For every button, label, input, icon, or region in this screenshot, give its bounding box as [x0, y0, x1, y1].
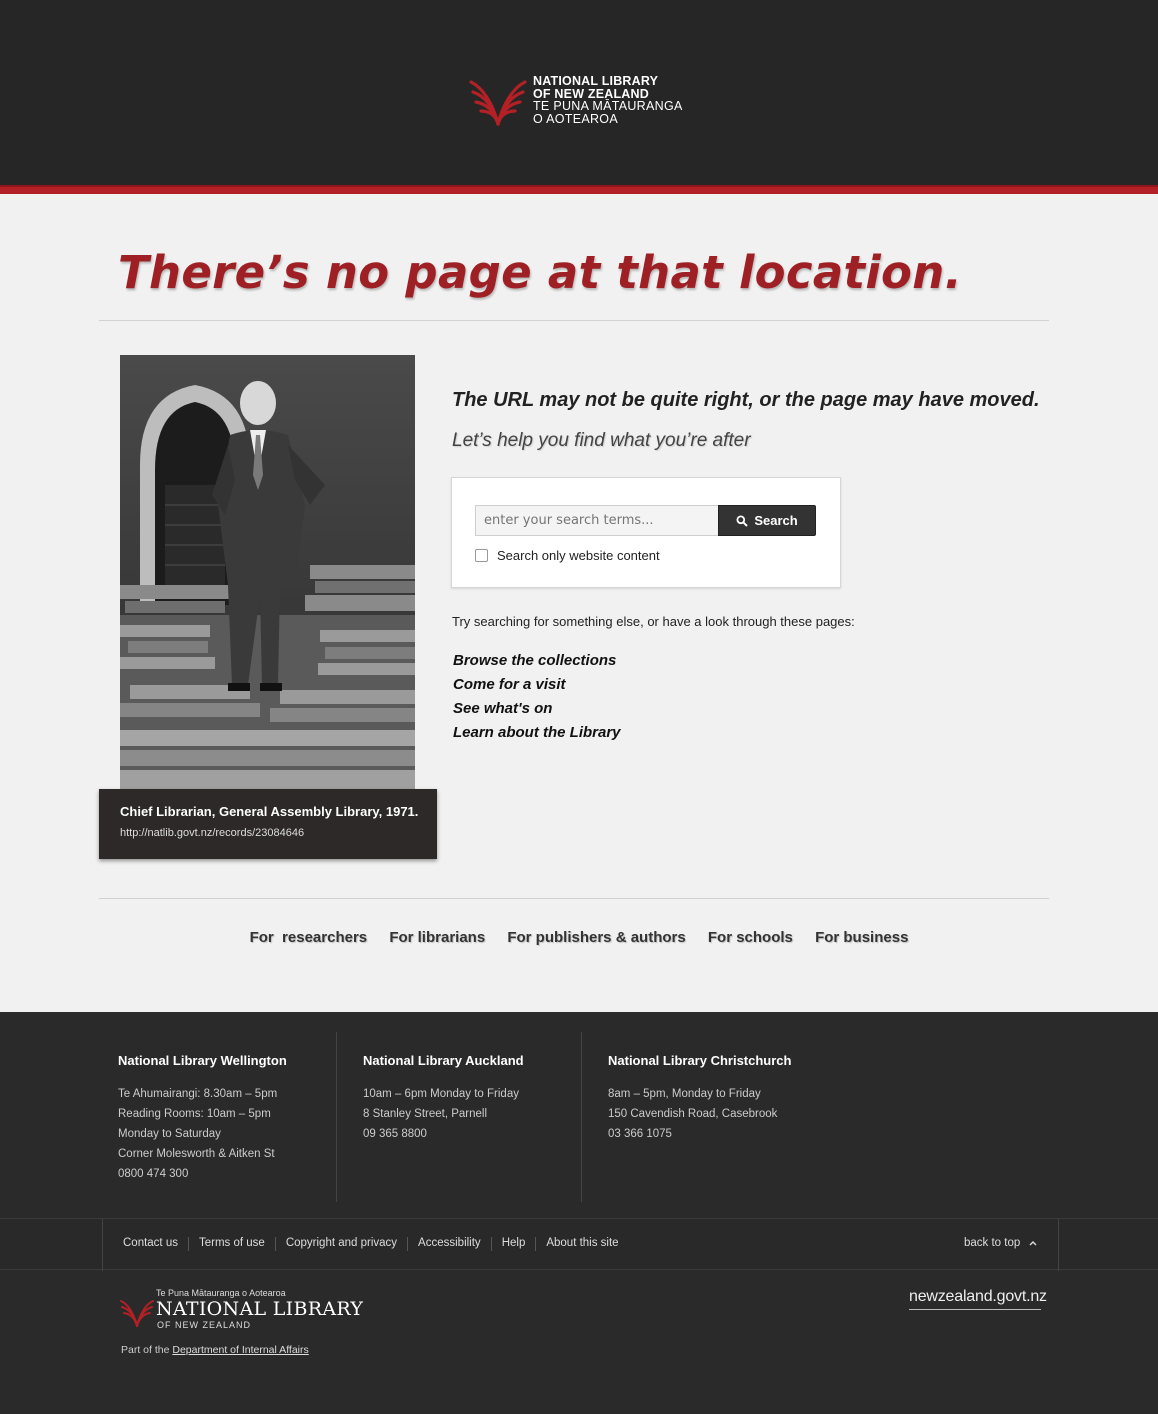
- search-button-label: Search: [754, 513, 798, 528]
- divider: [490, 1237, 492, 1251]
- location-line: 10am – 6pm Monday to Friday: [363, 1088, 519, 1100]
- footer-link-contact[interactable]: Contact us: [123, 1237, 178, 1251]
- website-only-checkbox[interactable]: [475, 549, 488, 562]
- audience-link-schools[interactable]: For schools: [708, 929, 793, 946]
- divider: [187, 1237, 189, 1251]
- divider: [535, 1237, 537, 1251]
- caption-url[interactable]: http://natlib.govt.nz/records/23084646: [120, 827, 304, 839]
- footer-link-about[interactable]: About this site: [546, 1237, 618, 1251]
- back-to-top-link[interactable]: back to top: [964, 1237, 1037, 1249]
- suggested-links: Browse the collections Come for a visit …: [453, 649, 621, 745]
- location-line: 09 365 8800: [363, 1128, 427, 1140]
- location-line: 150 Cavendish Road, Casebrook: [608, 1108, 778, 1120]
- help-text: Let’s help you find what you’re after: [452, 430, 751, 451]
- logo-line: TE PUNA MĀTAURANGA: [533, 99, 683, 113]
- footer-link-copyright[interactable]: Copyright and privacy: [286, 1237, 397, 1251]
- search-panel: Search Search only website content: [451, 477, 841, 588]
- logo-name: NATIONAL LIBRARY: [156, 1298, 364, 1320]
- location-line: 03 366 1075: [608, 1128, 672, 1140]
- location-name: National Library Auckland: [363, 1053, 524, 1068]
- audience-link-business[interactable]: For business: [815, 929, 908, 946]
- location-line: Te Ahumairangi: 8.30am – 5pm: [118, 1088, 278, 1100]
- main-content: There’s no page at that location. Chief …: [0, 194, 1158, 1012]
- govt-link-label: newzealand.govt.nz: [909, 1288, 1047, 1305]
- column-divider: [336, 1032, 337, 1202]
- archival-photo: [120, 355, 415, 789]
- librarian-photo-illustration: [120, 355, 415, 789]
- link-come-for-visit[interactable]: Come for a visit: [453, 673, 621, 697]
- link-about-library[interactable]: Learn about the Library: [453, 721, 621, 745]
- link-browse-collections[interactable]: Browse the collections: [453, 649, 621, 673]
- logo-text: NATIONAL LIBRARY OF NEW ZEALAND TE PUNA …: [533, 75, 683, 125]
- logo-tagline: Te Puna Mātauranga o Aotearoa: [156, 1288, 286, 1298]
- book-wings-icon: [469, 80, 527, 126]
- footer-link-accessibility[interactable]: Accessibility: [418, 1237, 481, 1251]
- link-whats-on[interactable]: See what's on: [453, 697, 621, 721]
- back-to-top-label: back to top: [964, 1237, 1021, 1249]
- dia-link[interactable]: Department of Internal Affairs: [172, 1344, 308, 1356]
- suggestion-text: Try searching for something else, or hav…: [452, 614, 855, 629]
- location-details: Te Ahumairangi: 8.30am – 5pm Reading Roo…: [118, 1084, 277, 1184]
- site-header: NATIONAL LIBRARY OF NEW ZEALAND TE PUNA …: [0, 0, 1158, 185]
- divider: [274, 1237, 276, 1251]
- divider: [102, 1219, 103, 1271]
- audience-link-publishers[interactable]: For publishers & authors: [507, 929, 685, 946]
- logo-subname: OF NEW ZEALAND: [157, 1320, 252, 1330]
- page-title: There’s no page at that location.: [118, 246, 963, 299]
- search-button[interactable]: Search: [718, 505, 816, 536]
- dia-prefix: Part of the: [121, 1344, 170, 1356]
- audience-nav: For researchers For librarians For publi…: [0, 929, 1158, 946]
- logo-line: NATIONAL LIBRARY: [533, 74, 659, 88]
- location-line: Reading Rooms: 10am – 5pm: [118, 1108, 271, 1120]
- audience-link-librarians[interactable]: For librarians: [389, 929, 485, 946]
- dia-notice: Part of the Department of Internal Affai…: [121, 1344, 309, 1356]
- location-details: 10am – 6pm Monday to Friday 8 Stanley St…: [363, 1084, 519, 1144]
- search-icon: [736, 515, 749, 527]
- location-details: 8am – 5pm, Monday to Friday 150 Cavendis…: [608, 1084, 777, 1144]
- logo-line: O AOTEAROA: [533, 111, 618, 126]
- divider: [99, 898, 1049, 899]
- divider: [407, 1237, 409, 1251]
- column-divider: [581, 1032, 582, 1202]
- footer-logo[interactable]: Te Puna Mātauranga o Aotearoa NATIONAL L…: [120, 1288, 363, 1338]
- footer-link-help[interactable]: Help: [502, 1237, 526, 1251]
- location-line: 8am – 5pm, Monday to Friday: [608, 1088, 761, 1100]
- header-accent-bar: [0, 185, 1158, 194]
- audience-link-researchers[interactable]: For researchers: [250, 929, 368, 946]
- error-subheading: The URL may not be quite right, or the p…: [452, 389, 1040, 411]
- search-input[interactable]: [475, 505, 719, 536]
- location-line: Monday to Saturday: [118, 1128, 221, 1140]
- govt-underline: [909, 1309, 1041, 1310]
- photo-caption: Chief Librarian, General Assembly Librar…: [99, 789, 437, 859]
- location-line: 0800 474 300: [118, 1168, 189, 1180]
- location-name: National Library Christchurch: [608, 1053, 792, 1068]
- book-wings-icon: [120, 1300, 154, 1327]
- footer-link-terms[interactable]: Terms of use: [199, 1237, 265, 1251]
- site-logo[interactable]: NATIONAL LIBRARY OF NEW ZEALAND TE PUNA …: [469, 74, 689, 130]
- checkbox-label[interactable]: Search only website content: [497, 548, 660, 563]
- chevron-up-icon: [1029, 1241, 1037, 1246]
- divider: [99, 320, 1049, 321]
- location-line: Corner Molesworth & Aitken St: [118, 1148, 275, 1160]
- govt-link[interactable]: newzealand.govt.nz: [909, 1288, 1047, 1310]
- site-footer: National Library Wellington Te Ahumairan…: [0, 1012, 1158, 1414]
- divider: [1058, 1219, 1059, 1271]
- caption-title: Chief Librarian, General Assembly Librar…: [120, 804, 419, 819]
- footer-nav-bar: Contact us Terms of use Copyright and pr…: [0, 1218, 1158, 1271]
- location-name: National Library Wellington: [118, 1053, 287, 1068]
- location-line: 8 Stanley Street, Parnell: [363, 1108, 488, 1120]
- footer-nav: Contact us Terms of use Copyright and pr…: [123, 1237, 619, 1251]
